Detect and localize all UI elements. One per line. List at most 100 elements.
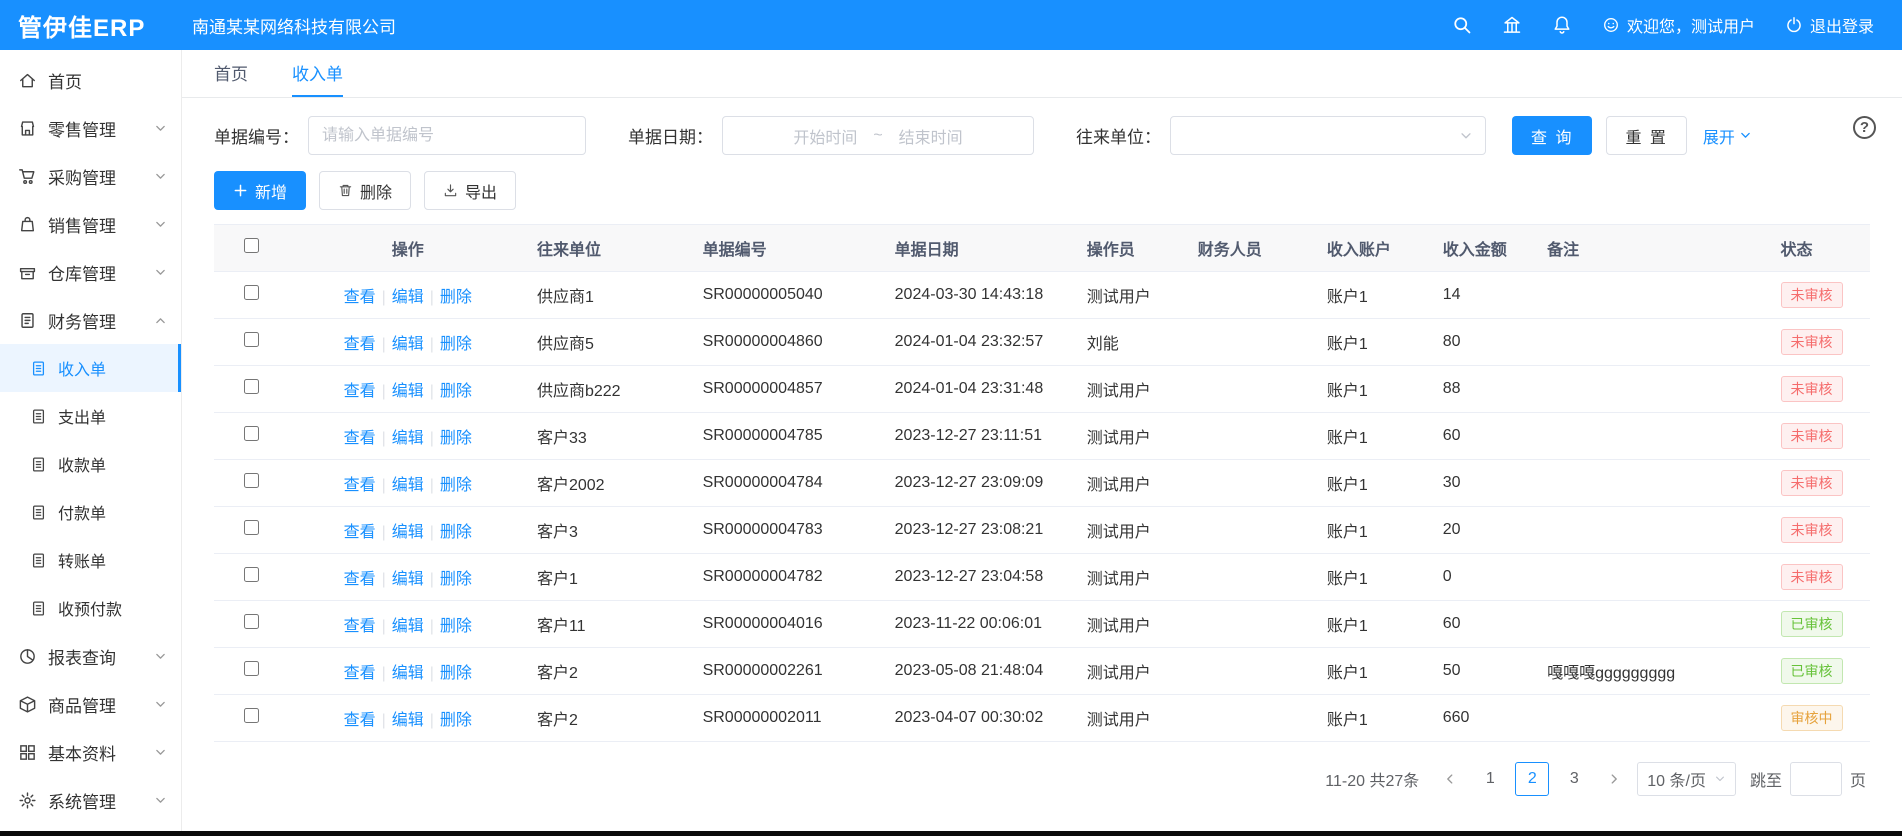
row-checkbox[interactable] <box>244 473 259 488</box>
view-link[interactable]: 查看 <box>338 336 382 353</box>
remark-cell: 嘎嘎嘎ggggggggg <box>1537 648 1770 695</box>
view-link[interactable]: 查看 <box>338 383 382 400</box>
reset-button[interactable]: 重 置 <box>1606 116 1686 155</box>
delete-link[interactable]: 删除 <box>434 618 478 635</box>
bell-icon[interactable] <box>1552 15 1572 35</box>
select-all-checkbox[interactable] <box>244 238 259 253</box>
account-cell: 账户1 <box>1317 413 1433 460</box>
page-size-select[interactable]: 10 条/页 <box>1637 762 1736 796</box>
edit-link[interactable]: 编辑 <box>386 289 430 306</box>
export-button[interactable]: 导出 <box>424 171 516 210</box>
sidebar-item-payment-bill[interactable]: 付款单 <box>0 488 181 536</box>
edit-link[interactable]: 编辑 <box>386 571 430 588</box>
delete-link[interactable]: 删除 <box>434 524 478 541</box>
sidebar-item-label: 收预付款 <box>58 596 167 620</box>
jump-page-input[interactable] <box>1790 762 1842 796</box>
user-menu[interactable]: 欢迎您，测试用户 <box>1602 13 1755 37</box>
row-checkbox[interactable] <box>244 520 259 535</box>
view-link[interactable]: 查看 <box>338 665 382 682</box>
expand-link[interactable]: 展开 <box>1703 124 1752 148</box>
status-badge: 未审核 <box>1781 564 1843 590</box>
delete-link[interactable]: 删除 <box>434 430 478 447</box>
search-button[interactable]: 查 询 <box>1512 116 1592 155</box>
edit-link[interactable]: 编辑 <box>386 665 430 682</box>
delete-link[interactable]: 删除 <box>434 571 478 588</box>
view-link[interactable]: 查看 <box>338 571 382 588</box>
sidebar-item-warehouse[interactable]: 仓库管理 <box>0 248 181 296</box>
view-link[interactable]: 查看 <box>338 430 382 447</box>
grid-icon <box>18 743 37 762</box>
edit-link[interactable]: 编辑 <box>386 618 430 635</box>
date-range-picker[interactable]: 开始时间 ~ 结束时间 <box>722 116 1034 155</box>
prev-page-button[interactable] <box>1435 762 1465 796</box>
delete-link[interactable]: 删除 <box>434 712 478 729</box>
view-link[interactable]: 查看 <box>338 712 382 729</box>
tab-home[interactable]: 首页 <box>214 50 248 97</box>
page-3-button[interactable]: 3 <box>1557 762 1591 796</box>
partner-select[interactable] <box>1170 116 1486 155</box>
edit-link[interactable]: 编辑 <box>386 336 430 353</box>
edit-link[interactable]: 编辑 <box>386 712 430 729</box>
page-1-button[interactable]: 1 <box>1473 762 1507 796</box>
pagination-total: 11-20 共27条 <box>1325 767 1419 791</box>
sidebar-item-transfer-bill[interactable]: 转账单 <box>0 536 181 584</box>
edit-link[interactable]: 编辑 <box>386 430 430 447</box>
next-page-button[interactable] <box>1599 762 1629 796</box>
sidebar-item-base-data[interactable]: 基本资料 <box>0 728 181 776</box>
view-link[interactable]: 查看 <box>338 618 382 635</box>
logout-button[interactable]: 退出登录 <box>1785 13 1874 37</box>
sidebar-item-advance-bill[interactable]: 收预付款 <box>0 584 181 632</box>
delete-link[interactable]: 删除 <box>434 336 478 353</box>
row-checkbox[interactable] <box>244 285 259 300</box>
sidebar-item-label: 报表查询 <box>48 644 154 669</box>
delete-link[interactable]: 删除 <box>434 477 478 494</box>
sidebar-item-income-bill[interactable]: 收入单 <box>0 344 181 392</box>
view-link[interactable]: 查看 <box>338 524 382 541</box>
view-link[interactable]: 查看 <box>338 477 382 494</box>
finance-person-cell <box>1188 648 1317 695</box>
row-checkbox[interactable] <box>244 567 259 582</box>
sidebar-item-label: 收款单 <box>58 452 167 476</box>
sidebar-item-purchase[interactable]: 采购管理 <box>0 152 181 200</box>
delete-link[interactable]: 删除 <box>434 289 478 306</box>
delete-link[interactable]: 删除 <box>434 383 478 400</box>
sidebar-item-retail[interactable]: 零售管理 <box>0 104 181 152</box>
date-cell: 2023-12-27 23:08:21 <box>885 507 1077 554</box>
row-checkbox[interactable] <box>244 379 259 394</box>
help-icon[interactable]: ? <box>1853 116 1876 139</box>
date-cell: 2023-12-27 23:04:58 <box>885 554 1077 601</box>
search-icon[interactable] <box>1452 15 1472 35</box>
sidebar-item-expense-bill[interactable]: 支出单 <box>0 392 181 440</box>
status-badge: 未审核 <box>1781 329 1843 355</box>
edit-link[interactable]: 编辑 <box>386 477 430 494</box>
sidebar-item-system[interactable]: 系统管理 <box>0 776 181 824</box>
sidebar-item-finance[interactable]: 财务管理 <box>0 296 181 344</box>
sidebar-item-goods[interactable]: 商品管理 <box>0 680 181 728</box>
sidebar-item-reports[interactable]: 报表查询 <box>0 632 181 680</box>
chevron-left-icon <box>1443 772 1457 786</box>
row-checkbox[interactable] <box>244 708 259 723</box>
row-checkbox[interactable] <box>244 661 259 676</box>
delete-link[interactable]: 删除 <box>434 665 478 682</box>
page-2-button[interactable]: 2 <box>1515 762 1549 796</box>
delete-button[interactable]: 删除 <box>319 171 411 210</box>
bill-no-label: 单据编号： <box>214 123 299 148</box>
status-cell: 未审核 <box>1771 413 1870 460</box>
tab-income-bill[interactable]: 收入单 <box>292 50 343 97</box>
row-checkbox[interactable] <box>244 426 259 441</box>
date-start-placeholder: 开始时间 <box>793 124 857 148</box>
bill-no-input[interactable] <box>308 116 586 155</box>
document-icon <box>30 552 47 569</box>
row-checkbox[interactable] <box>244 614 259 629</box>
view-link[interactable]: 查看 <box>338 289 382 306</box>
sidebar-item-sales[interactable]: 销售管理 <box>0 200 181 248</box>
edit-link[interactable]: 编辑 <box>386 383 430 400</box>
add-button[interactable]: 新增 <box>214 171 306 210</box>
bank-icon[interactable] <box>1502 15 1522 35</box>
edit-link[interactable]: 编辑 <box>386 524 430 541</box>
sidebar-item-home[interactable]: 首页 <box>0 56 181 104</box>
partner-cell: 客户11 <box>527 601 693 648</box>
sidebar-item-label: 仓库管理 <box>48 260 154 285</box>
sidebar-item-receipt-bill[interactable]: 收款单 <box>0 440 181 488</box>
row-checkbox[interactable] <box>244 332 259 347</box>
